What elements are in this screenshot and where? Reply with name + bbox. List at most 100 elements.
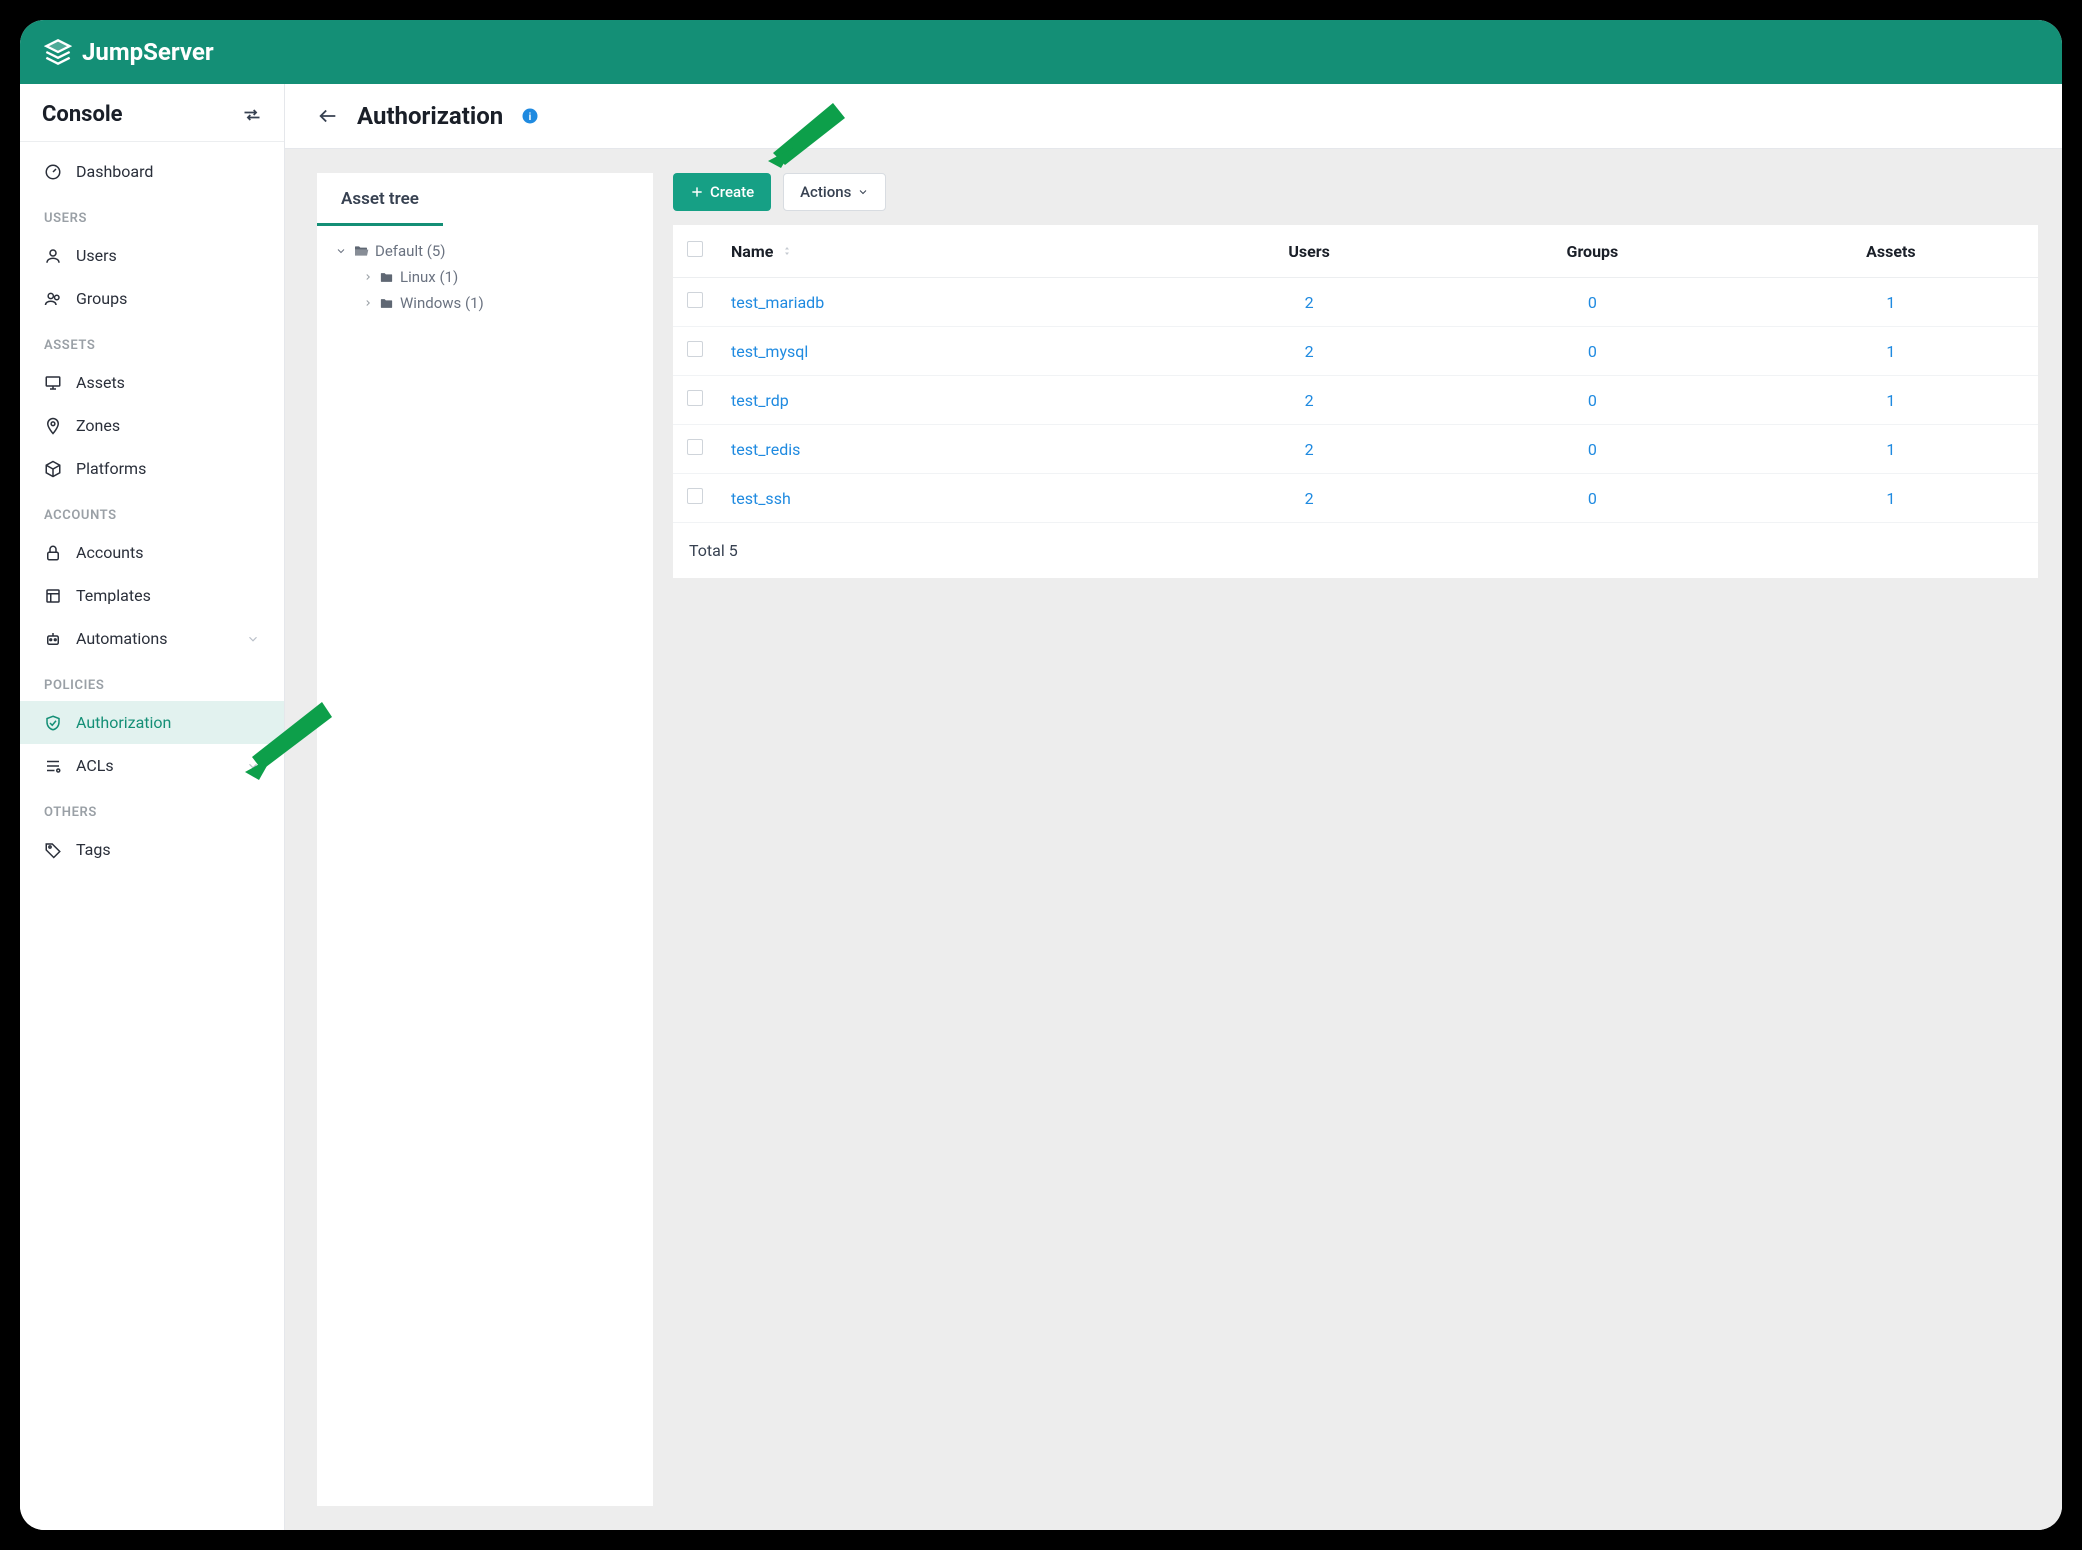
row-name-link[interactable]: test_rdp (731, 391, 789, 410)
sidebar-item-tags[interactable]: Tags (20, 828, 284, 871)
sidebar-head: Console (20, 84, 284, 142)
nav-label: Zones (76, 416, 120, 435)
sidebar-item-automations[interactable]: Automations (20, 617, 284, 660)
nav-label: Accounts (76, 543, 143, 562)
sidebar-item-accounts[interactable]: Accounts (20, 531, 284, 574)
sidebar-title: Console (42, 102, 123, 127)
section-users: USERS (20, 193, 284, 234)
row-users[interactable]: 2 (1177, 278, 1441, 327)
row-users[interactable]: 2 (1177, 425, 1441, 474)
robot-icon (44, 630, 62, 648)
sidebar-item-groups[interactable]: Groups (20, 277, 284, 320)
user-icon (44, 247, 62, 265)
nav-label: Automations (76, 629, 167, 648)
col-users-label: Users (1288, 242, 1329, 261)
nav-label: Platforms (76, 459, 146, 478)
back-arrow-icon[interactable] (317, 105, 339, 127)
select-all-checkbox[interactable] (687, 241, 703, 257)
row-name-cell: test_ssh (717, 474, 1177, 523)
row-name-link[interactable]: test_redis (731, 440, 800, 459)
brand: JumpServer (44, 38, 214, 66)
col-name[interactable]: Name (717, 225, 1177, 278)
row-groups[interactable]: 0 (1441, 425, 1744, 474)
section-accounts: ACCOUNTS (20, 490, 284, 531)
row-users[interactable]: 2 (1177, 474, 1441, 523)
gauge-icon (44, 163, 62, 181)
row-groups[interactable]: 0 (1441, 278, 1744, 327)
row-assets[interactable]: 1 (1744, 278, 2038, 327)
actions-button[interactable]: Actions (783, 173, 886, 211)
nav-label: ACLs (76, 756, 114, 775)
tree-root[interactable]: Default (5) (335, 238, 635, 264)
table-toolbar: Create Actions (673, 173, 2038, 225)
row-checkbox[interactable] (687, 488, 703, 504)
row-checkbox-cell (673, 278, 717, 327)
sidebar-item-assets[interactable]: Assets (20, 361, 284, 404)
row-assets[interactable]: 1 (1744, 327, 2038, 376)
row-name-link[interactable]: test_mysql (731, 342, 808, 361)
col-groups: Groups (1441, 225, 1744, 278)
col-users: Users (1177, 225, 1441, 278)
authorization-table: Name Users Groups Assets test_mariadb201… (673, 225, 2038, 523)
info-icon[interactable]: i (521, 107, 539, 125)
row-checkbox[interactable] (687, 390, 703, 406)
row-groups[interactable]: 0 (1441, 474, 1744, 523)
nav-label: Tags (76, 840, 111, 859)
create-button[interactable]: Create (673, 173, 771, 211)
sidebar-item-zones[interactable]: Zones (20, 404, 284, 447)
row-checkbox-cell (673, 474, 717, 523)
create-label: Create (710, 183, 754, 201)
row-groups[interactable]: 0 (1441, 327, 1744, 376)
table-row: test_mariadb 201 (673, 278, 2038, 327)
tag-icon (44, 841, 62, 859)
chevron-down-icon (335, 245, 347, 257)
actions-label: Actions (800, 183, 851, 201)
nav-label: Assets (76, 373, 125, 392)
row-checkbox[interactable] (687, 439, 703, 455)
switch-icon[interactable] (242, 105, 262, 125)
col-groups-label: Groups (1567, 242, 1619, 261)
sidebar-item-platforms[interactable]: Platforms (20, 447, 284, 490)
row-checkbox[interactable] (687, 341, 703, 357)
chevron-down-icon (857, 186, 869, 198)
tree-child-linux[interactable]: Linux (1) (335, 264, 635, 290)
section-assets: ASSETS (20, 320, 284, 361)
table-panel: Create Actions Name (673, 173, 2038, 1506)
col-assets: Assets (1744, 225, 2038, 278)
users-icon (44, 290, 62, 308)
row-name-cell: test_mysql (717, 327, 1177, 376)
row-name-cell: test_mariadb (717, 278, 1177, 327)
tree-child-windows[interactable]: Windows (1) (335, 290, 635, 316)
nav-label: Dashboard (76, 162, 153, 181)
row-name-link[interactable]: test_ssh (731, 489, 791, 508)
table-row: test_ssh 201 (673, 474, 2038, 523)
row-name-cell: test_rdp (717, 376, 1177, 425)
row-assets[interactable]: 1 (1744, 376, 2038, 425)
row-checkbox-cell (673, 425, 717, 474)
row-assets[interactable]: 1 (1744, 474, 2038, 523)
row-checkbox[interactable] (687, 292, 703, 308)
row-groups[interactable]: 0 (1441, 376, 1744, 425)
tree-root-label: Default (5) (375, 242, 446, 260)
row-users[interactable]: 2 (1177, 376, 1441, 425)
cube-icon (44, 460, 62, 478)
row-assets[interactable]: 1 (1744, 425, 2038, 474)
chevron-down-icon (246, 759, 260, 773)
sidebar-item-authorization[interactable]: Authorization (20, 701, 284, 744)
row-name-link[interactable]: test_mariadb (731, 293, 824, 312)
table-footer: Total 5 (673, 523, 2038, 578)
table-row: test_mysql 201 (673, 327, 2038, 376)
sidebar-item-templates[interactable]: Templates (20, 574, 284, 617)
col-checkbox (673, 225, 717, 278)
sidebar: Console Dashboard USERS Users (20, 84, 285, 1530)
row-users[interactable]: 2 (1177, 327, 1441, 376)
tree-body: Default (5) Linux (1) Windows (1) (317, 226, 653, 328)
sort-icon (781, 245, 793, 257)
sidebar-item-acls[interactable]: ACLs (20, 744, 284, 787)
shield-icon (44, 714, 62, 732)
sidebar-item-users[interactable]: Users (20, 234, 284, 277)
top-header: JumpServer (20, 20, 2062, 84)
nav-label: Groups (76, 289, 127, 308)
sidebar-item-dashboard[interactable]: Dashboard (20, 150, 284, 193)
asset-tree-tab[interactable]: Asset tree (317, 173, 443, 226)
